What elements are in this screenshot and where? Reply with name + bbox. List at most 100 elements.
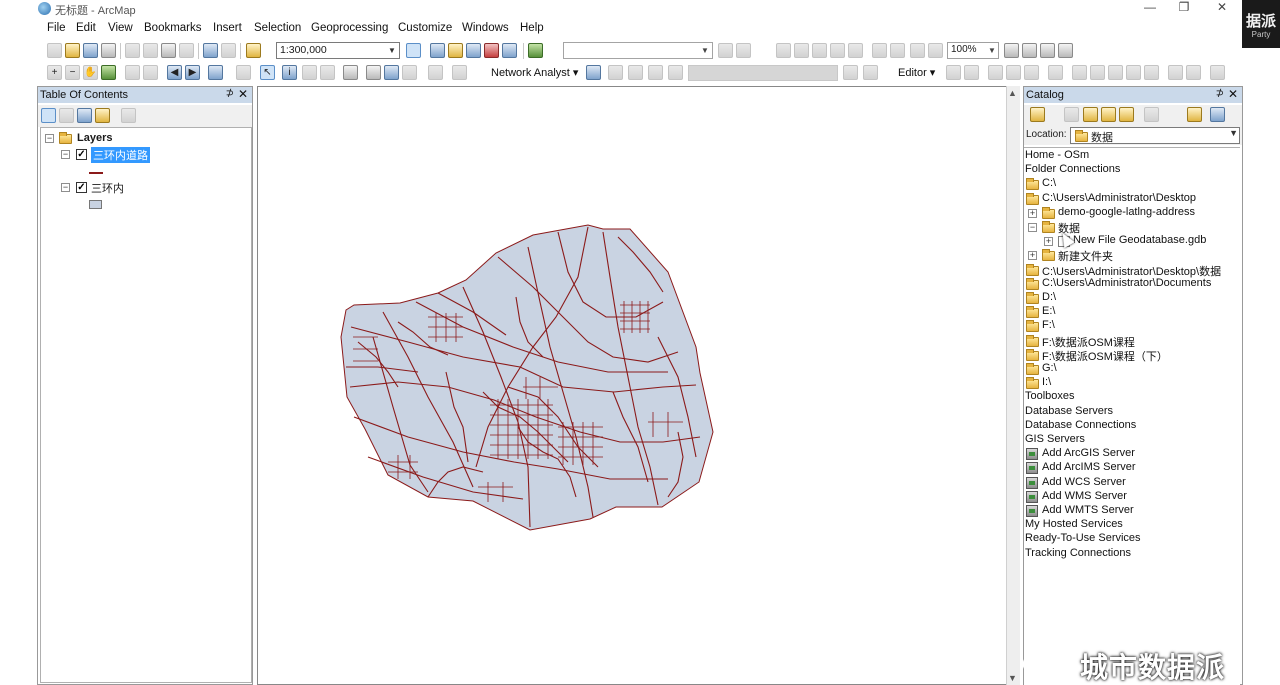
toggle-draft-mode-icon[interactable] <box>1004 43 1019 58</box>
clear-selection-icon[interactable] <box>236 65 251 80</box>
reshape-feature-icon[interactable] <box>1090 65 1105 80</box>
georeference-tool-icon[interactable] <box>843 65 858 80</box>
layer-name[interactable]: 三环内道路 <box>91 147 150 163</box>
toc-options-icon[interactable] <box>121 108 136 123</box>
map-scale-combobox[interactable]: 1:300,000 ▼ <box>276 42 400 59</box>
catalog-item[interactable]: Add ArcIMS Server <box>1024 461 1238 475</box>
network-analyst-window-icon[interactable] <box>586 65 601 80</box>
catalog-item[interactable]: F:\数据派OSM课程（下） <box>1024 348 1238 363</box>
catalog-item[interactable]: E:\ <box>1024 305 1238 319</box>
connect-folder-icon[interactable] <box>1119 107 1134 122</box>
data-driven-pages-icon[interactable] <box>1058 43 1073 58</box>
layer-item[interactable]: − ✓ 三环内道路 <box>61 147 241 163</box>
zoom-out-icon[interactable]: − <box>65 65 80 80</box>
paste-icon[interactable] <box>161 43 176 58</box>
rotate-tool-icon[interactable] <box>1144 65 1159 80</box>
catalog-item[interactable]: D:\ <box>1024 291 1238 305</box>
close-window-button[interactable]: ✕ <box>1210 0 1234 16</box>
catalog-item[interactable]: F:\数据派OSM课程 <box>1024 334 1238 349</box>
catalog-item[interactable]: Add WMTS Server <box>1024 504 1238 518</box>
catalog-item[interactable]: Home - OSm <box>1024 149 1238 163</box>
add-data-icon[interactable] <box>246 43 261 58</box>
menu-edit[interactable]: Edit <box>76 22 96 34</box>
minimize-button[interactable]: — <box>1138 0 1162 16</box>
fixed-zoom-icon[interactable] <box>928 43 943 58</box>
menu-insert[interactable]: Insert <box>213 22 242 34</box>
layer-visibility-checkbox[interactable]: ✓ <box>76 149 87 160</box>
network-identify-icon[interactable] <box>608 65 623 80</box>
python-window-icon[interactable] <box>502 43 517 58</box>
layers-root[interactable]: − Layers <box>45 131 245 147</box>
catalog-item[interactable]: I:\ <box>1024 376 1238 390</box>
catalog-item[interactable]: + 新建文件夹 <box>1024 248 1238 263</box>
collapse-icon[interactable]: − <box>61 183 70 192</box>
layer-name[interactable]: 三环内 <box>91 180 124 196</box>
map-view[interactable] <box>257 86 1020 685</box>
close-icon[interactable]: ✕ <box>1228 87 1238 101</box>
attributes-icon[interactable] <box>1168 65 1183 80</box>
map-canvas[interactable] <box>258 87 1006 684</box>
georeference-link-icon[interactable] <box>863 65 878 80</box>
build-network-icon[interactable] <box>668 65 683 80</box>
zoom-out-fixed-icon[interactable] <box>794 43 809 58</box>
location-combobox[interactable]: 数据 ▼ <box>1070 127 1240 144</box>
expand-icon[interactable]: + <box>1044 237 1053 247</box>
find-route-icon[interactable] <box>384 65 399 80</box>
collapse-icon[interactable]: − <box>61 150 70 159</box>
layer-item[interactable]: − ✓ 三环内 <box>61 180 241 196</box>
close-icon[interactable]: ✕ <box>238 87 248 101</box>
menu-customize[interactable]: Customize <box>398 22 452 34</box>
catalog-item[interactable]: Database Connections <box>1024 419 1238 433</box>
pin-icon[interactable]: ⊅ <box>1216 88 1224 99</box>
catalog-item[interactable]: F:\ <box>1024 319 1238 333</box>
zoom-in-icon[interactable]: + <box>47 65 62 80</box>
focus-data-frame-icon[interactable] <box>1022 43 1037 58</box>
pan-hand-icon[interactable]: ✋ <box>83 65 98 80</box>
catalog-item[interactable]: C:\Users\Administrator\Desktop <box>1024 192 1238 206</box>
split-tool-icon[interactable] <box>1126 65 1141 80</box>
next-extent-layout-icon[interactable] <box>890 43 905 58</box>
copy-icon[interactable] <box>143 43 158 58</box>
catalog-item[interactable]: Add WCS Server <box>1024 476 1238 490</box>
open-folder-icon[interactable] <box>65 43 80 58</box>
catalog-item[interactable]: + New File Geodatabase.gdb <box>1024 234 1238 248</box>
list-by-visibility-icon[interactable] <box>77 108 92 123</box>
toggle-contents-icon[interactable] <box>1187 107 1202 122</box>
network-analyst-menu[interactable]: Network Analyst ▾ <box>491 66 578 79</box>
time-slider-icon[interactable] <box>428 65 443 80</box>
create-viewer-window-icon[interactable] <box>452 65 467 80</box>
catalog-item[interactable]: C:\Users\Administrator\Desktop\数据 <box>1024 263 1238 278</box>
select-features-icon[interactable] <box>208 65 223 80</box>
menu-selection[interactable]: Selection <box>254 22 301 34</box>
save-icon[interactable] <box>83 43 98 58</box>
catalog-item[interactable]: + demo-google-latlng-address <box>1024 206 1238 220</box>
menu-windows[interactable]: Windows <box>462 22 509 34</box>
change-layout-icon[interactable] <box>1040 43 1055 58</box>
catalog-item[interactable]: My Hosted Services <box>1024 518 1238 532</box>
catalog-item[interactable]: G:\ <box>1024 362 1238 376</box>
catalog-item[interactable]: C:\Users\Administrator\Documents <box>1024 277 1238 291</box>
sketch-properties-icon[interactable] <box>1186 65 1201 80</box>
search-window-icon[interactable] <box>466 43 481 58</box>
select-elements-arrow-icon[interactable]: ↖ <box>260 65 275 80</box>
arctoolbox-icon[interactable] <box>484 43 499 58</box>
list-by-source-icon[interactable] <box>59 108 74 123</box>
go-to-xy-icon[interactable] <box>402 65 417 80</box>
catalog-item[interactable]: Toolboxes <box>1024 390 1238 404</box>
menu-view[interactable]: View <box>108 22 133 34</box>
scroll-down-icon[interactable]: ▼ <box>1008 673 1017 683</box>
expand-icon[interactable]: + <box>1028 208 1037 218</box>
measure-icon[interactable] <box>343 65 358 80</box>
collapse-icon[interactable]: − <box>45 134 54 143</box>
zoom-in-fixed-icon[interactable] <box>776 43 791 58</box>
layer-combobox[interactable]: ▼ <box>563 42 713 59</box>
catalog-item[interactable]: Add WMS Server <box>1024 490 1238 504</box>
list-by-drawing-order-icon[interactable] <box>41 108 56 123</box>
pan-layout-icon[interactable] <box>812 43 827 58</box>
editor-menu[interactable]: Editor ▾ <box>898 66 935 79</box>
pin-icon[interactable]: ⊅ <box>226 88 234 99</box>
straight-segment-icon[interactable] <box>988 65 1003 80</box>
identify-icon[interactable]: i <box>282 65 297 80</box>
undo-icon[interactable] <box>203 43 218 58</box>
menu-geoprocessing[interactable]: Geoprocessing <box>311 22 388 34</box>
